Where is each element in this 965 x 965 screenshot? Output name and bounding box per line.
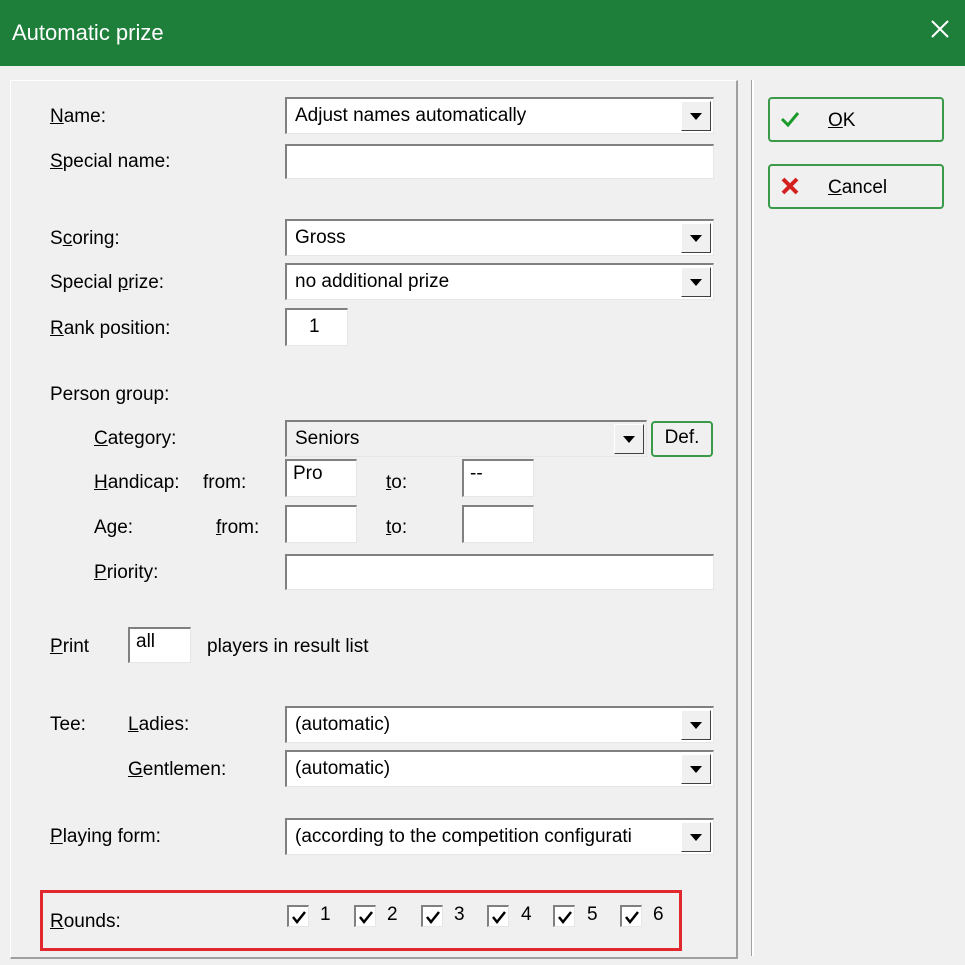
age-to-label: to: [386,517,408,538]
round-6-checkbox[interactable] [620,905,642,927]
round-1-checkbox[interactable] [287,905,309,927]
ladies-label: Ladies: [128,714,190,735]
rank-position-input[interactable]: 1 [285,308,348,346]
players-in-result-list-label: players in result list [207,636,369,657]
checkmark-icon [625,911,639,925]
window-title: Automatic prize [12,20,164,45]
age-from-label: from: [216,517,260,538]
name-label: Name: [50,106,106,127]
round-5-label: 5 [587,904,598,925]
special-prize-select[interactable]: no additional prize [285,263,714,300]
gentlemen-tee-select-value: (automatic) [295,758,391,779]
checkmark-icon [426,911,440,925]
tee-label: Tee: [50,714,86,735]
playing-form-select-value: (according to the competition configurat… [295,826,632,847]
handicap-from-label: from: [203,472,247,493]
def-button[interactable]: Def. [651,421,713,457]
age-label: Age: [94,517,134,538]
handicap-label: Handicap: [94,472,180,493]
round-2-label: 2 [387,904,398,925]
handicap-to-input[interactable]: -- [462,459,534,497]
title-bar: Automatic prize [0,0,965,66]
category-label: Category: [94,428,177,449]
gentlemen-label: Gentlemen: [128,759,227,780]
cancel-button-label: Cancel [828,177,888,198]
chevron-down-icon[interactable] [681,267,711,297]
ladies-tee-select-value: (automatic) [295,714,391,735]
rank-position-label: Rank position: [50,318,171,339]
special-prize-select-value: no additional prize [295,271,450,292]
ok-button[interactable]: OK [768,97,944,142]
age-to-input[interactable] [462,505,534,543]
x-icon [781,177,799,195]
round-5-checkbox[interactable] [553,905,575,927]
rounds-label: Rounds: [50,911,121,932]
checkmark-icon [558,911,572,925]
print-label: Print [50,636,90,657]
special-name-label: Special name: [50,151,171,172]
gentlemen-tee-select[interactable]: (automatic) [285,750,714,787]
priority-label: Priority: [94,562,159,583]
special-name-input[interactable] [285,144,714,179]
scoring-select[interactable]: Gross [285,219,714,256]
playing-form-select[interactable]: (according to the competition configurat… [285,818,714,855]
close-icon[interactable] [925,14,955,44]
chevron-down-icon[interactable] [681,754,711,784]
name-select-value: Adjust names automatically [295,105,527,126]
special-prize-label: Special prize: [50,272,165,293]
round-4-label: 4 [521,904,532,925]
age-from-input[interactable] [285,505,357,543]
chevron-down-icon[interactable] [681,710,711,740]
round-3-label: 3 [454,904,465,925]
chevron-down-icon[interactable] [681,822,711,852]
round-3-checkbox[interactable] [421,905,443,927]
category-select-value: Seniors [295,428,360,449]
checkmark-icon [492,911,506,925]
playing-form-label: Playing form: [50,826,161,847]
scoring-select-value: Gross [295,227,346,248]
checkmark-icon [780,112,800,128]
checkmark-icon [292,911,306,925]
button-panel [752,80,959,956]
ok-button-label: OK [828,110,856,131]
chevron-down-icon[interactable] [681,101,711,131]
person-group-label: Person group: [50,384,170,405]
chevron-down-icon[interactable] [614,424,644,454]
scoring-label: Scoring: [50,228,120,249]
checkmark-icon [359,911,373,925]
round-6-label: 6 [653,904,664,925]
round-2-checkbox[interactable] [354,905,376,927]
handicap-from-input[interactable]: Pro [285,459,357,497]
ladies-tee-select[interactable]: (automatic) [285,706,714,743]
round-4-checkbox[interactable] [487,905,509,927]
round-1-label: 1 [320,904,331,925]
category-select[interactable]: Seniors [285,420,647,457]
name-select[interactable]: Adjust names automatically [285,97,714,134]
cancel-button[interactable]: Cancel [768,164,944,209]
chevron-down-icon[interactable] [681,223,711,253]
print-count-input[interactable]: all [128,627,191,663]
handicap-to-label: to: [386,472,408,493]
priority-input[interactable] [285,554,714,590]
